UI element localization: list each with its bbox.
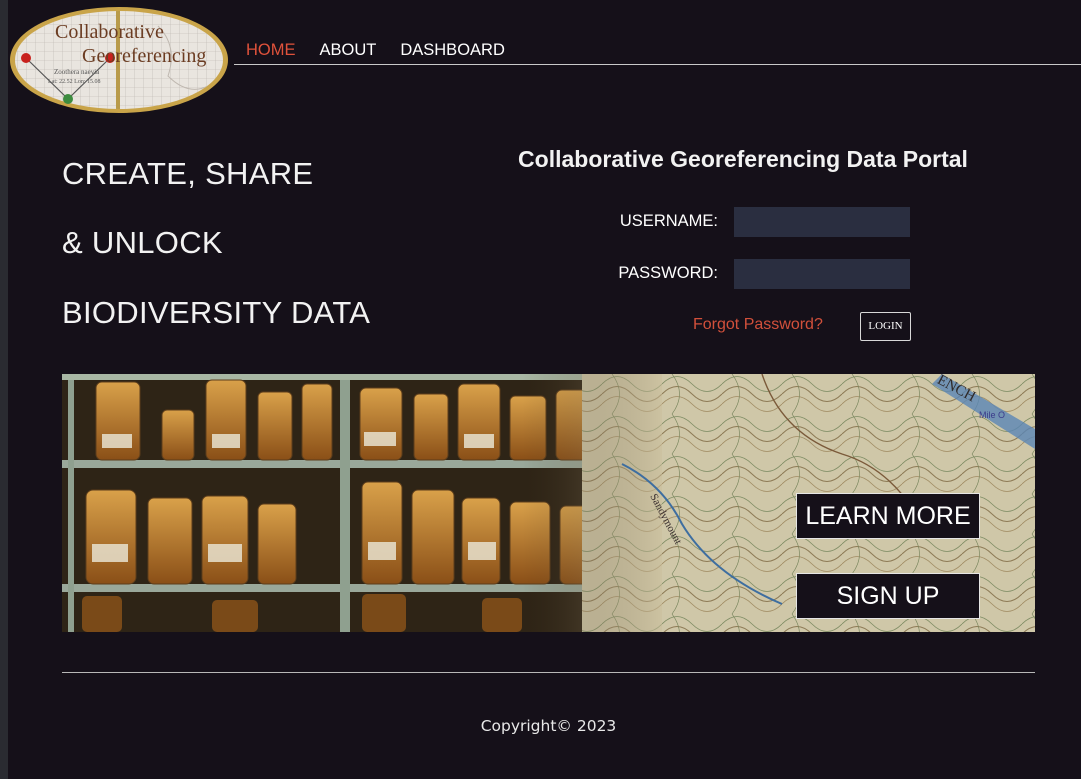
username-label: USERNAME: <box>619 212 718 230</box>
map-label-mile: Mile O <box>979 410 1005 420</box>
nav-about[interactable]: ABOUT <box>308 38 389 63</box>
learn-more-button[interactable]: LEARN MORE <box>796 493 980 539</box>
username-input[interactable] <box>734 207 910 237</box>
tagline-line2: & UNLOCK <box>62 225 223 260</box>
main-nav: HOME ABOUT DASHBOARD <box>234 38 517 63</box>
tagline-line3: BIODIVERSITY DATA <box>62 295 371 330</box>
logo-coords: Lat: 22.52 Lon: 15.08 <box>48 79 101 85</box>
logo-title-line2: Georeferencing <box>82 45 206 67</box>
password-input[interactable] <box>734 259 910 289</box>
logo-title-line1: Collaborative <box>55 21 164 43</box>
copyright-text: Copyright© 2023 <box>480 717 617 735</box>
nav-home[interactable]: HOME <box>234 38 308 63</box>
sign-up-button[interactable]: SIGN UP <box>796 573 980 619</box>
portal-title: Collaborative Georeferencing Data Portal <box>518 146 968 172</box>
site-logo[interactable]: Collaborative Georeferencing Zoothera na… <box>8 6 230 114</box>
logo-specimen: Zoothera naevia <box>54 68 100 76</box>
nav-dashboard[interactable]: DASHBOARD <box>388 38 517 63</box>
forgot-password-link[interactable]: Forgot Password? <box>693 316 823 334</box>
footer-divider <box>62 672 1035 673</box>
password-label: PASSWORD: <box>618 264 718 282</box>
page: Collaborative Georeferencing Zoothera na… <box>0 0 1081 779</box>
hero-banner: ENCH Mile O Sandymount LEARN MORE SIGN U… <box>62 374 1035 632</box>
logo-graphic: Collaborative Georeferencing Zoothera na… <box>10 7 228 113</box>
nav-divider <box>234 64 1081 65</box>
window-edge <box>0 0 8 779</box>
login-button[interactable]: LOGIN <box>860 312 911 341</box>
tagline-line1: CREATE, SHARE <box>62 156 314 191</box>
